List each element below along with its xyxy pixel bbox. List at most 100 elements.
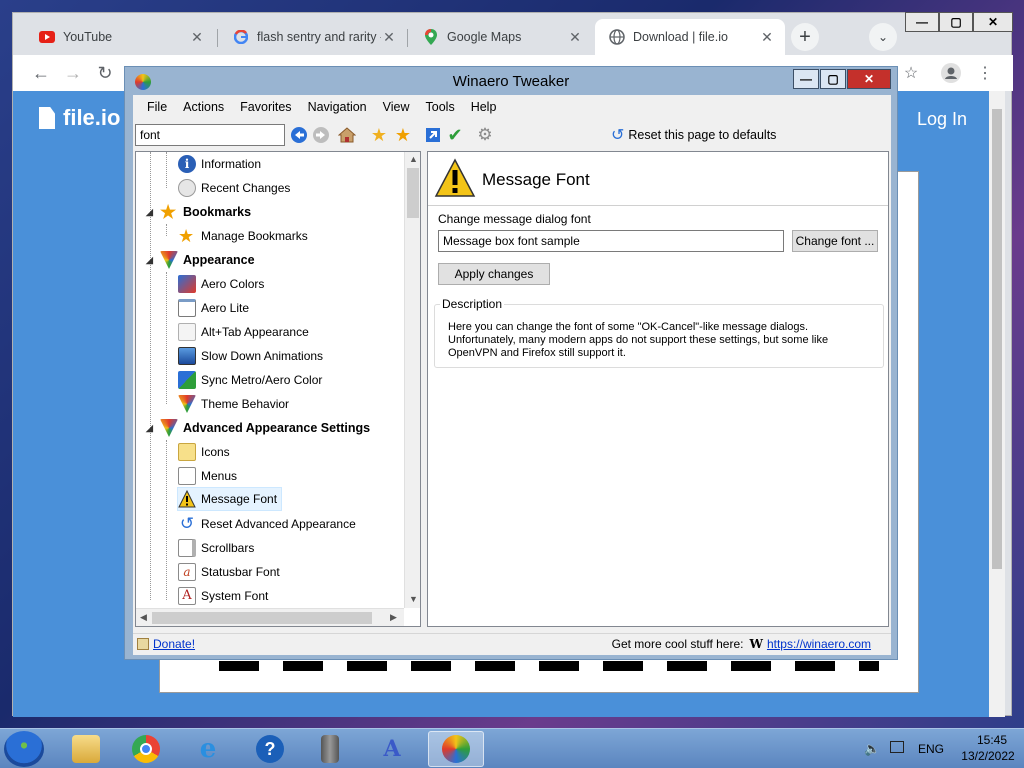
back-arrow-icon[interactable]: [289, 125, 309, 145]
expand-arrow-icon[interactable]: ◢: [146, 255, 156, 266]
checkmark-icon[interactable]: ✔: [445, 125, 465, 145]
navigation-tree[interactable]: i Information Recent Changes ◢ ★ Bookmar…: [135, 151, 421, 627]
expand-arrow-icon[interactable]: ◢: [146, 423, 156, 434]
change-font-button[interactable]: Change font ...: [792, 230, 878, 252]
tree-category-advanced-appearance-settings[interactable]: ◢ Advanced Appearance Settings: [146, 416, 370, 440]
tree-item-alt-tab-appearance[interactable]: Alt+Tab Appearance: [178, 320, 309, 344]
new-tab-button[interactable]: +: [791, 23, 819, 51]
taskbar-chrome[interactable]: [118, 731, 174, 767]
donate-link[interactable]: Donate!: [153, 637, 195, 651]
back-arrow-icon[interactable]: ←: [29, 61, 53, 85]
browser-tab-strip: YouTube ✕ flash sentry and rarity - ✕ Go…: [13, 12, 1013, 55]
tree-item-scrollbars[interactable]: Scrollbars: [178, 536, 254, 560]
scroll-left-icon[interactable]: ◀: [140, 612, 147, 623]
network-icon[interactable]: [890, 741, 904, 753]
tree-item-icons[interactable]: Icons: [178, 440, 230, 464]
menu-file[interactable]: File: [139, 97, 175, 117]
more-stuff-label: Get more cool stuff here:: [611, 636, 744, 651]
taskbar-winaero[interactable]: A: [364, 731, 420, 767]
tree-item-manage-bookmarks[interactable]: ★ Manage Bookmarks: [178, 224, 308, 248]
tab-search-button[interactable]: ⌄: [869, 23, 897, 51]
maximize-button[interactable]: ▢: [820, 69, 846, 89]
start-button[interactable]: [4, 731, 44, 767]
tree-horizontal-scrollbar[interactable]: ◀ ▶: [136, 608, 404, 626]
shortcut-arrow-icon[interactable]: [423, 125, 443, 145]
browser-tab-google-maps[interactable]: Google Maps ✕: [409, 19, 593, 55]
browser-tab-youtube[interactable]: YouTube ✕: [25, 19, 215, 55]
profile-avatar-icon[interactable]: [939, 61, 963, 85]
scroll-up-icon[interactable]: ▲: [409, 154, 418, 164]
speaker-muted-icon[interactable]: 🔈: [864, 741, 880, 757]
winaero-url-link[interactable]: https://winaero.com: [767, 637, 871, 651]
menu-navigation[interactable]: Navigation: [300, 97, 375, 117]
tree-item-sync-metro-aero-color[interactable]: Sync Metro/Aero Color: [178, 368, 322, 392]
theme-icon: [178, 395, 196, 413]
clock-date[interactable]: 13/2/2022: [956, 749, 1020, 763]
scroll-thumb[interactable]: [152, 612, 372, 624]
expand-arrow-icon[interactable]: ◢: [146, 207, 156, 218]
menus-icon: [178, 467, 196, 485]
forward-arrow-icon[interactable]: →: [61, 61, 85, 85]
tree-item-slow-down-animations[interactable]: Slow Down Animations: [178, 344, 323, 368]
tree-category-bookmarks[interactable]: ◢ ★ Bookmarks: [146, 200, 251, 224]
taskbar-explorer[interactable]: [58, 731, 114, 767]
page-scrollbar[interactable]: [989, 91, 1005, 717]
scroll-thumb[interactable]: [407, 168, 419, 218]
menu-help[interactable]: Help: [463, 97, 505, 117]
close-button[interactable]: ✕: [847, 69, 891, 89]
tree-item-system-font[interactable]: A System Font: [178, 584, 268, 608]
taskbar-internet-explorer[interactable]: e: [180, 731, 236, 767]
menu-favorites[interactable]: Favorites: [232, 97, 299, 117]
language-indicator[interactable]: ENG: [918, 742, 944, 756]
close-tab-icon[interactable]: ✕: [567, 29, 583, 46]
tree-vertical-scrollbar[interactable]: ▲ ▼: [404, 152, 420, 608]
reload-icon[interactable]: ↻: [93, 61, 117, 85]
minimize-button[interactable]: —: [793, 69, 819, 89]
browser-tab-flash-sentry[interactable]: flash sentry and rarity - ✕: [219, 19, 407, 55]
tree-category-appearance[interactable]: ◢ Appearance: [146, 248, 255, 272]
browser-minimize-button[interactable]: —: [905, 12, 939, 32]
browser-close-button[interactable]: ✕: [973, 12, 1013, 32]
window-titlebar[interactable]: Winaero Tweaker — ▢ ✕: [125, 67, 897, 95]
forward-arrow-icon[interactable]: [311, 125, 331, 145]
gear-icon[interactable]: ⚙: [475, 125, 495, 145]
reset-page-button[interactable]: ↺ Reset this page to defaults: [611, 125, 776, 145]
tree-item-theme-behavior[interactable]: Theme Behavior: [178, 392, 289, 416]
taskbar-winaero-tweaker[interactable]: [428, 731, 484, 767]
home-icon[interactable]: [337, 125, 357, 145]
close-tab-icon[interactable]: ✕: [759, 29, 775, 46]
winaero-tweaker-icon: [442, 735, 470, 763]
taskbar-server-manager[interactable]: [302, 731, 358, 767]
tree-item-menus[interactable]: Menus: [178, 464, 237, 488]
explorer-icon: [72, 735, 100, 763]
close-tab-icon[interactable]: ✕: [381, 29, 397, 46]
scroll-right-icon[interactable]: ▶: [390, 612, 397, 623]
search-input[interactable]: [135, 124, 285, 146]
menu-actions[interactable]: Actions: [175, 97, 232, 117]
clock-time[interactable]: 15:45: [964, 733, 1020, 747]
bookmark-star-icon[interactable]: ☆: [899, 61, 923, 85]
browser-tab-file-io[interactable]: Download | file.io ✕: [595, 19, 785, 55]
kebab-menu-icon[interactable]: ⋮: [973, 61, 997, 85]
file-io-logo[interactable]: file.io: [39, 105, 120, 131]
login-link[interactable]: Log In: [917, 109, 967, 130]
taskbar-help[interactable]: ?: [242, 731, 298, 767]
tree-item-information[interactable]: i Information: [178, 152, 261, 176]
alt-tab-icon: [178, 323, 196, 341]
change-font-label: Change message dialog font: [438, 212, 591, 226]
font-sample-field[interactable]: Message box font sample: [438, 230, 784, 252]
tree-item-statusbar-font[interactable]: a Statusbar Font: [178, 560, 280, 584]
tree-item-reset-advanced-appearance[interactable]: ↺ Reset Advanced Appearance: [178, 512, 356, 536]
add-bookmark-icon[interactable]: ★: [369, 125, 389, 145]
tree-item-aero-colors[interactable]: Aero Colors: [178, 272, 264, 296]
tree-item-aero-lite[interactable]: Aero Lite: [178, 296, 249, 320]
favorites-star-icon[interactable]: ★: [393, 125, 413, 145]
tree-item-recent-changes[interactable]: Recent Changes: [178, 176, 290, 200]
close-tab-icon[interactable]: ✕: [189, 29, 205, 46]
tree-item-message-font[interactable]: Message Font: [177, 487, 283, 511]
scroll-down-icon[interactable]: ▼: [409, 594, 418, 604]
menu-tools[interactable]: Tools: [418, 97, 463, 117]
browser-maximize-button[interactable]: ▢: [939, 12, 973, 32]
apply-changes-button[interactable]: Apply changes: [438, 263, 550, 285]
menu-view[interactable]: View: [375, 97, 418, 117]
